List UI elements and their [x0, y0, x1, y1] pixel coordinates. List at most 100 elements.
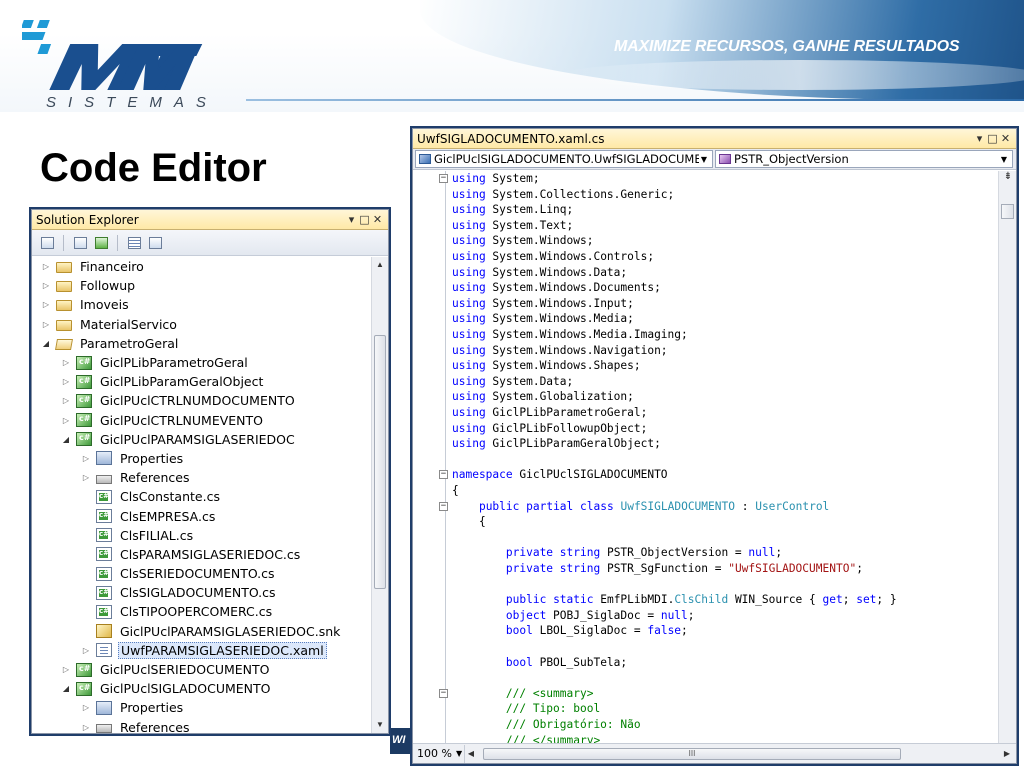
expand-arrow-icon[interactable]: ▷: [40, 262, 52, 271]
code-line[interactable]: using System.Windows.Media.Imaging;: [413, 327, 998, 343]
code-text-area[interactable]: − using System; using System.Collections.G…: [413, 171, 998, 743]
splitter-icon[interactable]: ⇟: [1000, 171, 1016, 185]
tree-item[interactable]: ▷ GiclPUclCTRLNUMDOCUMENTO: [32, 391, 368, 410]
code-line[interactable]: using System.Windows.Media;: [413, 311, 998, 327]
tree-item[interactable]: ClsEMPRESA.cs: [32, 506, 368, 525]
collapse-outline-icon[interactable]: −: [439, 174, 448, 183]
horizontal-scroll-track[interactable]: III: [477, 745, 998, 763]
view-designer-icon[interactable]: [146, 234, 164, 252]
tree-item[interactable]: ClsTIPOOPERCOMERC.cs: [32, 602, 368, 621]
code-line[interactable]: using System.Windows.Data;: [413, 265, 998, 281]
window-position-dropdown-icon[interactable]: ▾: [973, 132, 986, 145]
maximize-icon[interactable]: □: [986, 132, 999, 145]
code-line[interactable]: private string PSTR_ObjectVersion = null…: [413, 545, 998, 561]
close-icon[interactable]: ✕: [371, 213, 384, 226]
code-line[interactable]: {: [413, 483, 998, 499]
code-line[interactable]: − namespace GiclPUclSIGLADOCUMENTO: [413, 467, 998, 483]
code-line[interactable]: [413, 577, 998, 593]
code-line[interactable]: − /// <summary>: [413, 686, 998, 702]
expand-arrow-icon[interactable]: ▷: [40, 300, 52, 309]
tree-item[interactable]: ClsConstante.cs: [32, 487, 368, 506]
collapse-arrow-icon[interactable]: ◢: [40, 339, 52, 348]
scroll-thumb[interactable]: [374, 335, 386, 589]
tree-item[interactable]: ▷ Imoveis: [32, 295, 368, 314]
maximize-icon[interactable]: □: [358, 213, 371, 226]
tree-item[interactable]: ▷ GiclPLibParametroGeral: [32, 353, 368, 372]
collapse-arrow-icon[interactable]: ◢: [60, 435, 72, 444]
collapse-outline-icon[interactable]: −: [439, 501, 448, 511]
code-line[interactable]: [413, 670, 998, 686]
close-icon[interactable]: ✕: [999, 132, 1012, 145]
tree-item[interactable]: ◢ GiclPUclPARAMSIGLASERIEDOC: [32, 430, 368, 449]
tree-item[interactable]: ▷ MaterialServico: [32, 315, 368, 334]
tree-item[interactable]: ▷ References: [32, 718, 368, 733]
tree-item[interactable]: GiclPUclPARAMSIGLASERIEDOC.snk: [32, 622, 368, 641]
tree-item[interactable]: ClsPARAMSIGLASERIEDOC.cs: [32, 545, 368, 564]
window-position-dropdown-icon[interactable]: ▾: [345, 213, 358, 226]
expand-arrow-icon[interactable]: ▷: [80, 646, 92, 655]
member-dropdown[interactable]: PSTR_ObjectVersion ▼: [715, 150, 1013, 168]
tree-item[interactable]: ▷ GiclPUclCTRLNUMEVENTO: [32, 411, 368, 430]
code-line[interactable]: public static EmfPLibMDI.ClsChild WIN_So…: [413, 592, 998, 608]
collapse-arrow-icon[interactable]: ◢: [60, 684, 72, 693]
expand-arrow-icon[interactable]: ▷: [40, 320, 52, 329]
expand-arrow-icon[interactable]: ▷: [60, 377, 72, 386]
show-all-files-icon[interactable]: [71, 234, 89, 252]
expand-arrow-icon[interactable]: ▷: [60, 358, 72, 367]
code-editor-titlebar[interactable]: UwfSIGLADOCUMENTO.xaml.cs ▾ □ ✕: [413, 129, 1016, 149]
tree-item[interactable]: ▷ Properties: [32, 449, 368, 468]
properties-icon[interactable]: [38, 234, 56, 252]
code-line[interactable]: object POBJ_SiglaDoc = null;: [413, 608, 998, 624]
tree-item[interactable]: ▷ Properties: [32, 698, 368, 717]
code-line[interactable]: using System.Windows.Shapes;: [413, 358, 998, 374]
code-line[interactable]: private string PSTR_SgFunction = "UwfSIG…: [413, 561, 998, 577]
scroll-down-icon[interactable]: ▼: [372, 717, 388, 733]
expand-arrow-icon[interactable]: ▷: [40, 281, 52, 290]
code-line[interactable]: using System.Linq;: [413, 202, 998, 218]
zoom-dropdown[interactable]: 100 % ▼: [413, 744, 465, 763]
code-line[interactable]: using System.Windows.Input;: [413, 296, 998, 312]
expand-arrow-icon[interactable]: ▷: [60, 416, 72, 425]
tree-item[interactable]: ClsSERIEDOCUMENTO.cs: [32, 564, 368, 583]
expand-arrow-icon[interactable]: ▷: [80, 703, 92, 712]
expand-arrow-icon[interactable]: ▷: [80, 473, 92, 482]
expand-arrow-icon[interactable]: ▷: [80, 723, 92, 732]
expand-arrow-icon[interactable]: ▷: [60, 665, 72, 674]
code-line[interactable]: bool LBOL_SiglaDoc = false;: [413, 623, 998, 639]
tree-item[interactable]: ▷ References: [32, 468, 368, 487]
code-line[interactable]: using System.Windows;: [413, 233, 998, 249]
tree-item[interactable]: ClsFILIAL.cs: [32, 526, 368, 545]
horizontal-scroll-thumb[interactable]: III: [483, 747, 901, 760]
tree-item[interactable]: ▷ GiclPUclSERIEDOCUMENTO: [32, 660, 368, 679]
scroll-thumb[interactable]: [1001, 204, 1014, 219]
refresh-icon[interactable]: [92, 234, 110, 252]
code-line[interactable]: using GiclPLibParamGeralObject;: [413, 436, 998, 452]
code-line[interactable]: using System.Windows.Navigation;: [413, 343, 998, 359]
code-line[interactable]: using System.Windows.Controls;: [413, 249, 998, 265]
code-line[interactable]: using System.Collections.Generic;: [413, 187, 998, 203]
scroll-right-icon[interactable]: ▶: [998, 749, 1016, 758]
code-line[interactable]: /// Tipo: bool: [413, 701, 998, 717]
code-vertical-scrollbar[interactable]: ⇟: [998, 171, 1016, 743]
code-line[interactable]: using System.Windows.Documents;: [413, 280, 998, 296]
code-line[interactable]: − using System;: [413, 171, 998, 187]
solution-explorer-scrollbar[interactable]: ▲ ▼: [371, 257, 388, 733]
type-dropdown[interactable]: GiclPUclSIGLADOCUMENTO.UwfSIGLADOCUMENT …: [415, 150, 713, 168]
tree-item[interactable]: ▷ UwfPARAMSIGLASERIEDOC.xaml: [32, 641, 368, 660]
tree-item[interactable]: ClsSIGLADOCUMENTO.cs: [32, 583, 368, 602]
code-line[interactable]: {: [413, 514, 998, 530]
scroll-left-icon[interactable]: ◀: [465, 749, 477, 758]
tree-item[interactable]: ◢ ParametroGeral: [32, 334, 368, 353]
scroll-up-icon[interactable]: ▲: [372, 257, 388, 273]
code-line[interactable]: /// </summary>: [413, 733, 998, 743]
collapse-outline-icon[interactable]: −: [439, 688, 448, 698]
tree-item[interactable]: ▷ Followup: [32, 276, 368, 295]
tree-item[interactable]: ▷ GiclPLibParamGeralObject: [32, 372, 368, 391]
tree-item[interactable]: ◢ GiclPUclSIGLADOCUMENTO: [32, 679, 368, 698]
code-line[interactable]: − public partial class UwfSIGLADOCUMENTO…: [413, 499, 998, 515]
code-line[interactable]: using System.Data;: [413, 374, 998, 390]
code-line[interactable]: [413, 452, 998, 468]
code-line[interactable]: [413, 530, 998, 546]
code-line[interactable]: using System.Globalization;: [413, 389, 998, 405]
code-line[interactable]: /// Obrigatório: Não: [413, 717, 998, 733]
